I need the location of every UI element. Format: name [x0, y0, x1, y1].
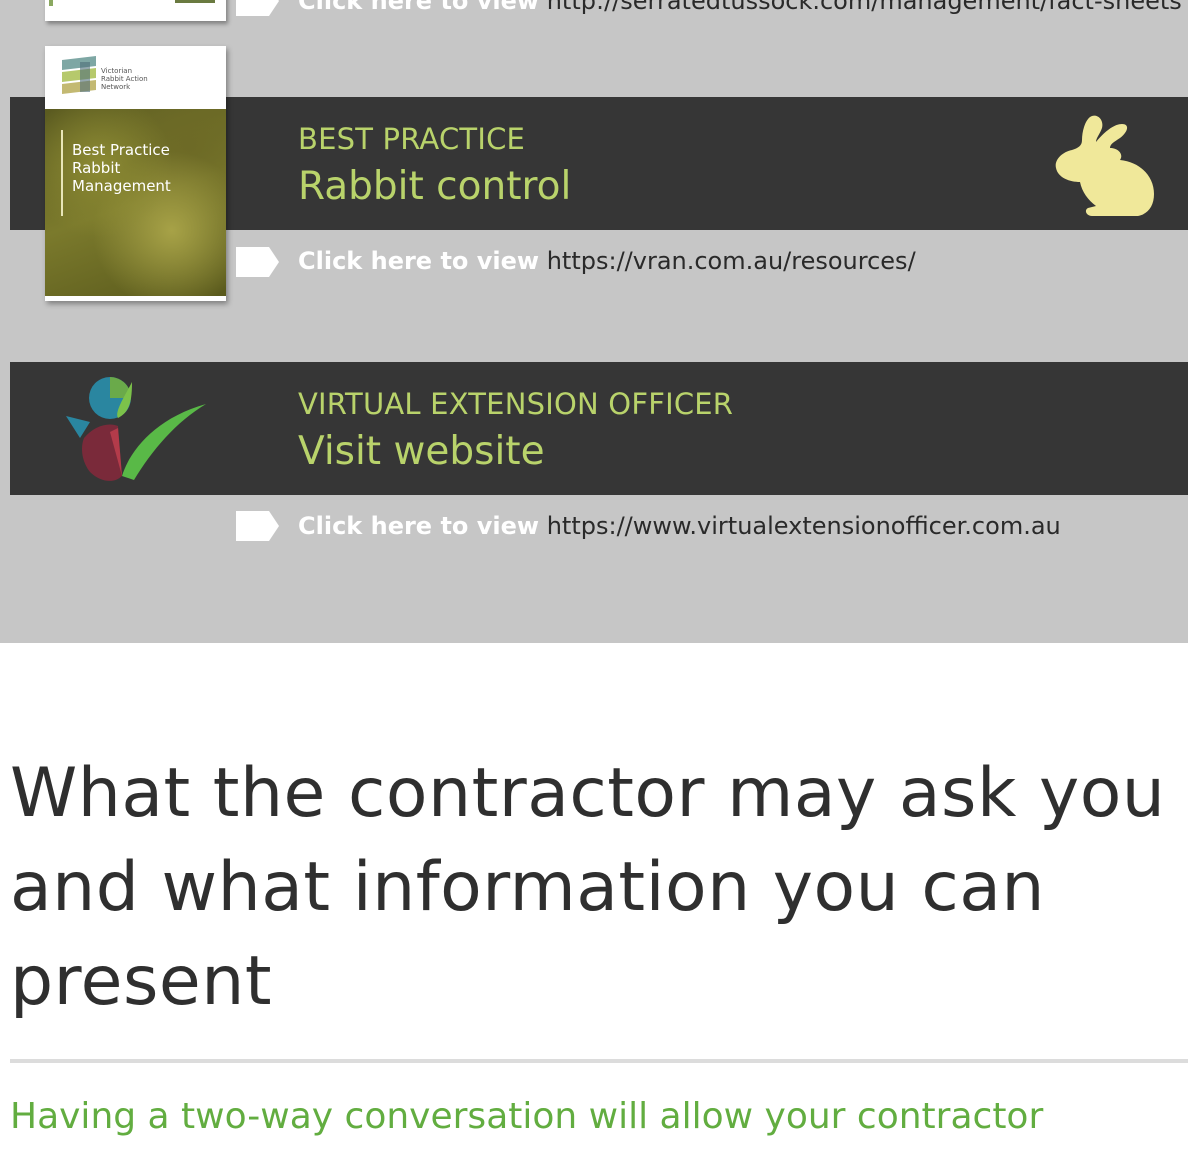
section-divider: [10, 1059, 1188, 1063]
cover-title: Best Practice Rabbit Management: [72, 141, 171, 195]
vran-logo-icon: [62, 56, 96, 94]
veo-headline[interactable]: Visit website: [298, 429, 545, 474]
link-row-rabbit[interactable]: Click here to view https://vran.com.au/r…: [298, 247, 916, 275]
rabbit-icon: [1055, 115, 1154, 216]
cover-header: Victorian Rabbit Action Network: [45, 46, 226, 109]
link-cta[interactable]: Click here to view: [298, 247, 539, 275]
link-row-veo[interactable]: Click here to view https://www.virtualex…: [298, 512, 1061, 540]
fact-sheet-thumbnail[interactable]: [45, 0, 226, 21]
section-heading: What the contractor may ask you and what…: [10, 754, 1166, 1021]
link-row-top[interactable]: Click here to view http://serratedtussoc…: [298, 0, 1182, 15]
link-url[interactable]: https://vran.com.au/resources/: [547, 247, 916, 275]
link-url[interactable]: https://www.virtualextensionofficer.com.…: [547, 512, 1061, 540]
link-url[interactable]: http://serratedtussock.com/management/fa…: [547, 0, 1182, 15]
page: Click here to view http://serratedtussoc…: [0, 0, 1188, 1157]
cover-image: [45, 109, 226, 296]
org-line: Victorian: [101, 67, 133, 75]
link-cta[interactable]: Click here to view: [298, 0, 539, 15]
org-line: Network: [101, 83, 131, 91]
veo-logo-icon: [66, 377, 206, 481]
rabbit-headline[interactable]: Rabbit control: [298, 164, 571, 209]
arrow-tag-icon: [236, 247, 279, 277]
veo-category: VIRTUAL EXTENSION OFFICER: [298, 387, 734, 421]
rabbit-guide-cover[interactable]: Victorian Rabbit Action Network Best Pra…: [45, 46, 226, 301]
arrow-tag-icon: [236, 511, 279, 541]
cover-rule: [61, 130, 63, 216]
org-line: Rabbit Action: [101, 75, 148, 83]
rabbit-category: BEST PRACTICE: [298, 122, 526, 156]
link-cta[interactable]: Click here to view: [298, 512, 539, 540]
section-subheading: Having a two-way conversation will allow…: [10, 1096, 1044, 1137]
cover-org-name: Victorian Rabbit Action Network: [101, 67, 181, 91]
arrow-tag-icon: [236, 0, 279, 16]
